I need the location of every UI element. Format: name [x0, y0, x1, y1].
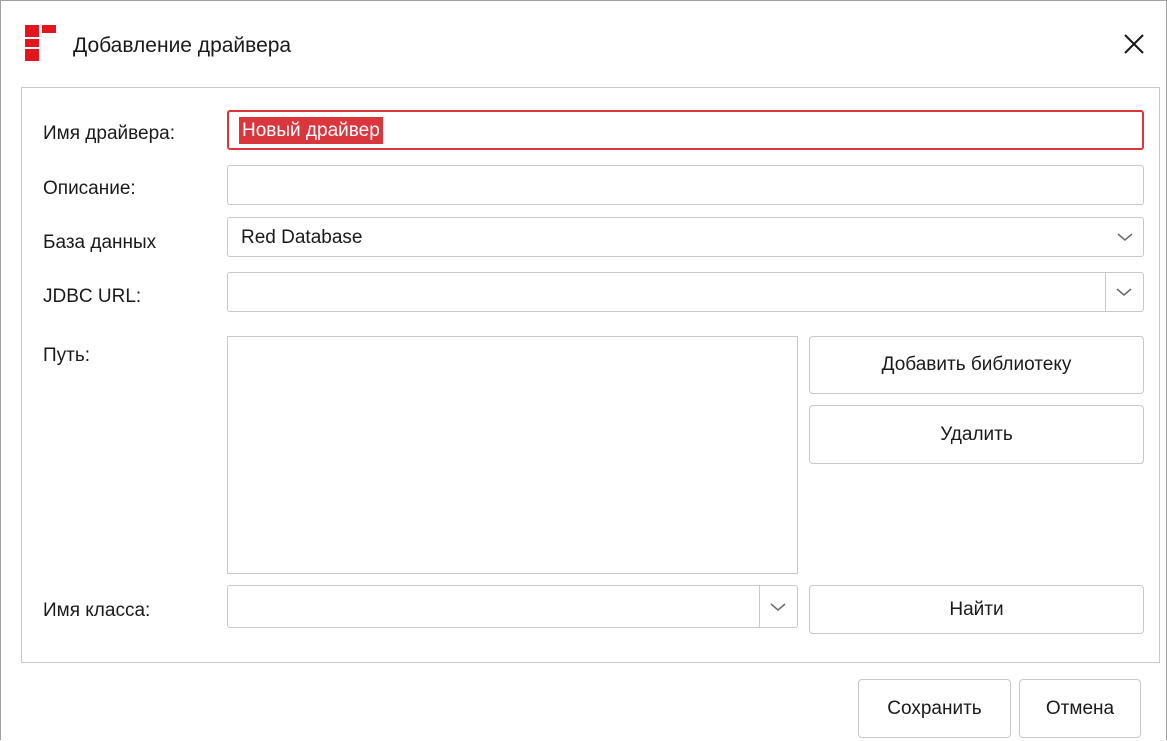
find-button[interactable]: Найти — [809, 585, 1144, 634]
close-icon[interactable] — [1119, 29, 1149, 59]
class-name-label: Имя класса: — [43, 600, 151, 621]
jdbc-url-dropdown-button[interactable] — [1105, 273, 1143, 311]
cancel-button[interactable]: Отмена — [1019, 679, 1141, 738]
path-listbox[interactable] — [227, 336, 798, 574]
title-bar: Добавление драйвера — [1, 1, 1166, 87]
driver-name-value: Новый драйвер — [239, 117, 383, 144]
delete-button[interactable]: Удалить — [809, 405, 1144, 464]
window-title: Добавление драйвера — [73, 34, 292, 57]
app-logo-icon — [25, 25, 61, 61]
jdbc-url-combobox[interactable] — [227, 272, 1144, 312]
description-label: Описание: — [43, 178, 136, 199]
chevron-down-icon — [770, 603, 786, 611]
chevron-down-icon — [1116, 288, 1132, 296]
database-label: База данных — [43, 232, 157, 253]
jdbc-url-label: JDBC URL: — [43, 286, 142, 307]
driver-settings-panel: Имя драйвера: Новый драйвер Описание: Ба… — [21, 87, 1160, 663]
description-input[interactable] — [227, 165, 1144, 205]
save-button[interactable]: Сохранить — [858, 679, 1011, 738]
database-select[interactable]: Red Database — [227, 217, 1144, 257]
driver-name-input[interactable]: Новый драйвер — [227, 110, 1144, 150]
chevron-down-icon — [1117, 233, 1133, 241]
add-driver-dialog: Добавление драйвера Имя драйвера: Новый … — [0, 0, 1167, 740]
driver-name-label: Имя драйвера: — [43, 123, 175, 144]
path-label: Путь: — [43, 345, 91, 366]
database-selected-value: Red Database — [241, 227, 363, 248]
class-name-dropdown-button[interactable] — [759, 586, 797, 627]
class-name-combobox[interactable] — [227, 585, 798, 628]
add-library-button[interactable]: Добавить библиотеку — [809, 336, 1144, 394]
